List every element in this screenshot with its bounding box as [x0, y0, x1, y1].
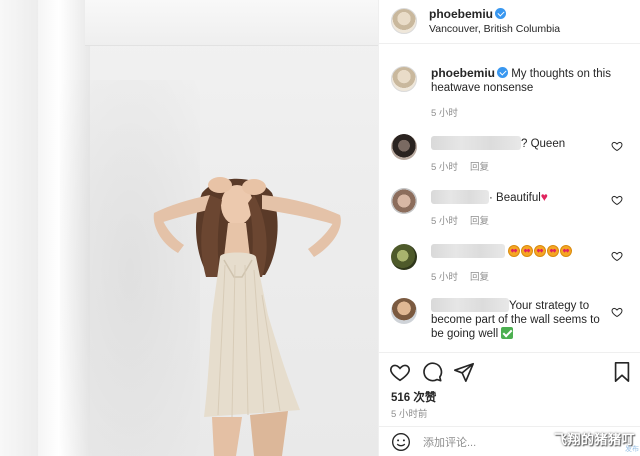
heart-eyes-emoji-icon — [547, 245, 560, 257]
comment-text: ? Queen — [521, 138, 566, 150]
check-mark-icon — [501, 327, 514, 339]
blurred-username — [431, 136, 521, 150]
blurred-username — [431, 298, 509, 312]
blurred-username — [431, 190, 489, 204]
reply-button[interactable]: 回复 — [470, 272, 489, 283]
woman-figure — [153, 177, 341, 456]
heart-eyes-emoji-icon — [560, 245, 573, 257]
post-side-panel: phoebemiu Vancouver, British Columbia ph… — [378, 0, 640, 456]
avatar[interactable] — [391, 134, 417, 160]
post-location[interactable]: Vancouver, British Columbia — [429, 23, 560, 35]
comment-time: 5 小时 — [431, 216, 458, 227]
red-heart-icon: ♥ — [540, 190, 548, 204]
avatar[interactable] — [391, 8, 417, 34]
like-comment-heart-icon[interactable] — [611, 250, 623, 262]
post-photo[interactable] — [0, 0, 378, 456]
emoji-smiley-icon[interactable] — [391, 432, 411, 452]
blurred-username — [431, 244, 505, 258]
post-header: phoebemiu Vancouver, British Columbia — [379, 0, 640, 44]
add-comment-bar: 飞翔的猪猪叮 发布 — [379, 426, 640, 456]
verified-badge-icon — [497, 67, 509, 78]
ceiling — [85, 0, 378, 46]
post-actions: 516 次赞 5 小时前 — [379, 352, 640, 426]
like-comment-heart-icon[interactable] — [611, 306, 623, 318]
author-username[interactable]: phoebemiu — [429, 7, 493, 21]
reply-button[interactable]: 回复 — [470, 216, 489, 227]
avatar[interactable] — [391, 244, 417, 270]
avatar[interactable] — [391, 66, 417, 92]
like-heart-icon[interactable] — [389, 361, 411, 383]
caption-username[interactable]: phoebemiu — [431, 66, 495, 80]
likes-count[interactable]: 516 次赞 — [391, 389, 436, 405]
heart-eyes-emoji-icon — [534, 245, 547, 257]
post-time: 5 小时前 — [391, 409, 428, 420]
add-comment-input[interactable] — [423, 435, 543, 451]
comment-bubble-icon[interactable] — [421, 361, 443, 383]
comment-time: 5 小时 — [431, 272, 458, 283]
heart-eyes-emoji-icon — [521, 245, 534, 257]
verified-badge-icon — [495, 8, 507, 19]
caption-time: 5 小时 — [431, 108, 458, 119]
reply-button[interactable]: 回复 — [470, 162, 489, 173]
watermark: 飞翔的猪猪叮 — [553, 432, 635, 447]
heart-eyes-emoji-icon — [508, 245, 521, 257]
comments-list: phoebemiu My thoughts on this heatwave n… — [379, 52, 640, 352]
watermark-sub: 发布 — [625, 446, 639, 453]
avatar[interactable] — [391, 298, 417, 324]
avatar[interactable] — [391, 188, 417, 214]
share-send-icon[interactable] — [453, 361, 475, 383]
like-comment-heart-icon[interactable] — [611, 140, 623, 152]
like-comment-heart-icon[interactable] — [611, 194, 623, 206]
wall-left — [0, 0, 40, 456]
bookmark-icon[interactable] — [611, 361, 633, 383]
comment-text: · Beautiful — [489, 192, 541, 204]
comment-time: 5 小时 — [431, 162, 458, 173]
